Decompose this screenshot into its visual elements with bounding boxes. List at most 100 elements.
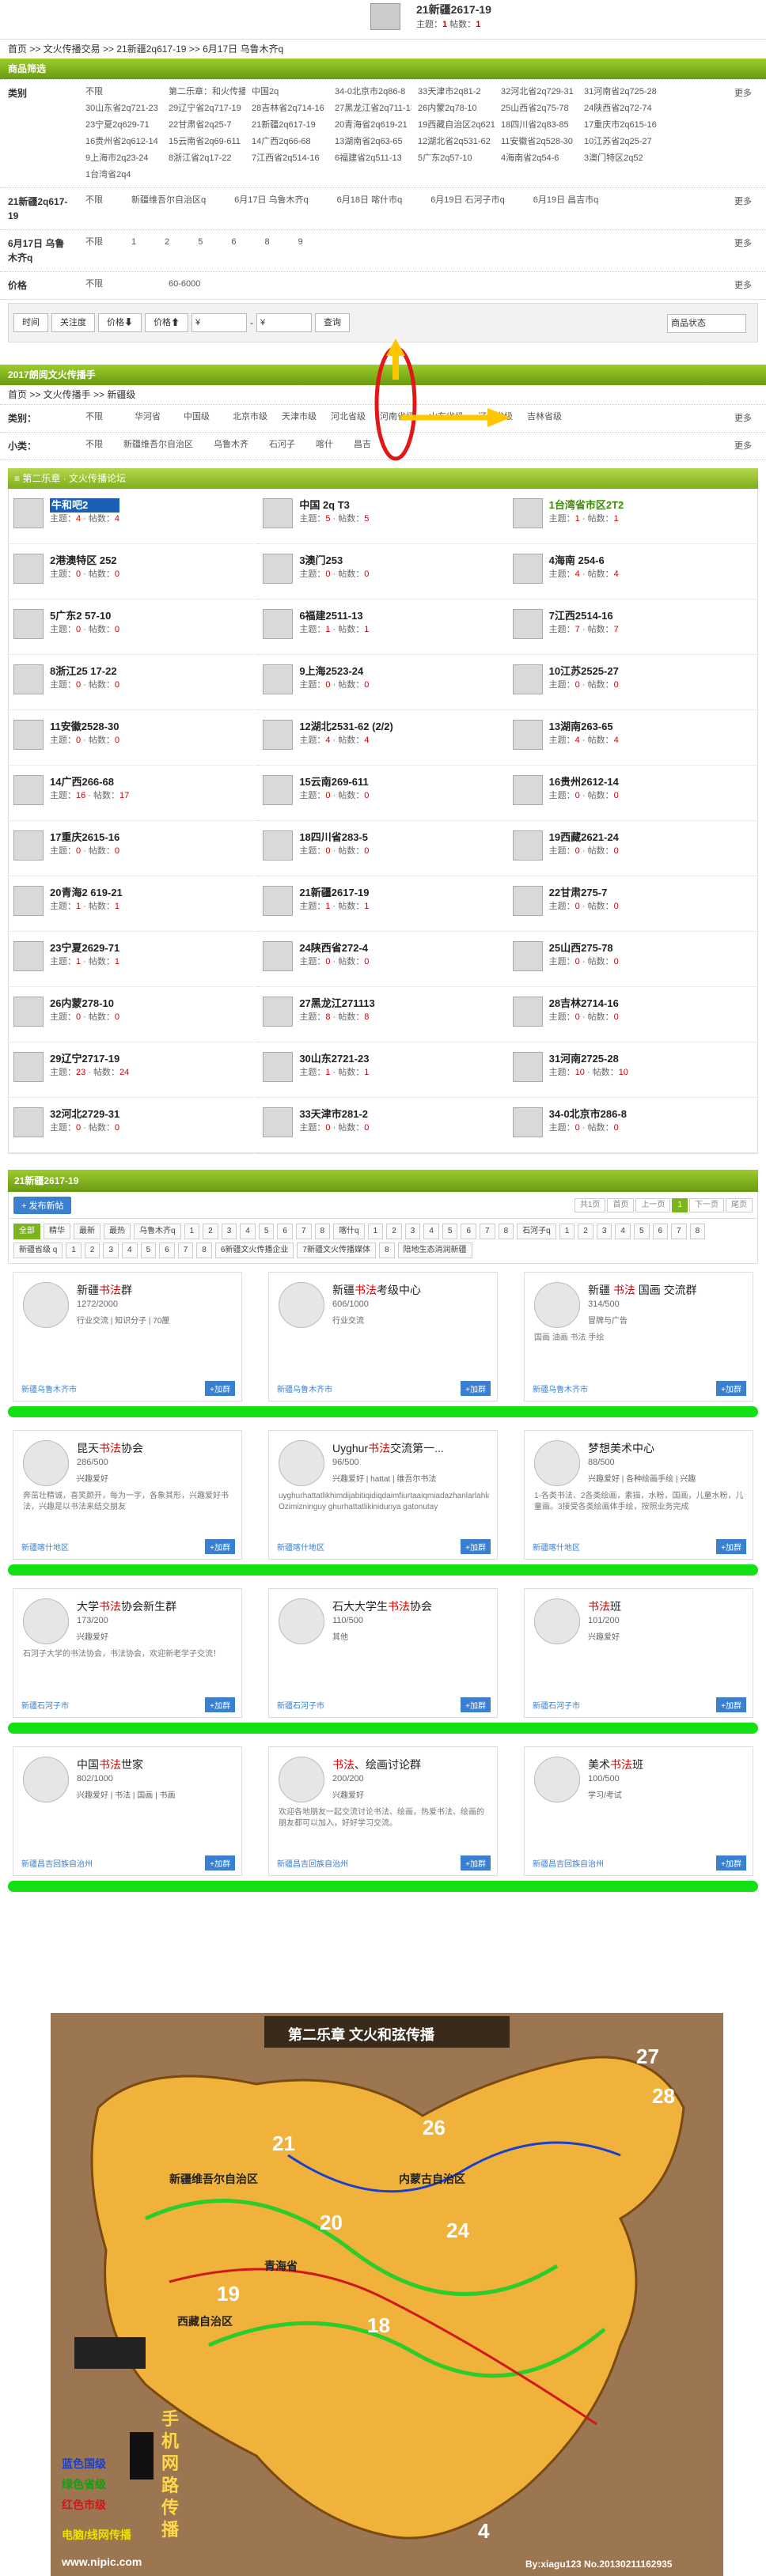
forum-cell[interactable]: 2港澳特区 252 主题：0 · 帖数：0 [9, 544, 259, 600]
group-name[interactable]: 大学书法协会新生群 [77, 1598, 176, 1614]
filter-option[interactable]: 34-0北京市2q86-8 [328, 85, 411, 99]
filter-option[interactable]: 不限 [79, 85, 162, 99]
listing-tab[interactable]: 7 [480, 1224, 495, 1239]
filter-option[interactable]: 12湖北省2q531-62 [411, 135, 495, 149]
forum-cell[interactable]: 19西藏2621-24 主题：0 · 帖数：0 [507, 821, 757, 876]
category-option[interactable]: 不限 [79, 410, 128, 424]
filter-option[interactable]: 16贵州省2q612-14 [79, 135, 162, 149]
forum-name[interactable]: 25山西275-78 [549, 941, 619, 955]
filter-option[interactable]: 6 [225, 236, 242, 249]
filter-option[interactable]: 不限 [79, 278, 162, 291]
filter-option[interactable]: 8 [259, 236, 276, 249]
listing-tab[interactable]: 3 [596, 1224, 612, 1239]
group-name[interactable]: 书法、绘画讨论群 [332, 1757, 421, 1772]
listing-tab[interactable]: 7 [295, 1224, 312, 1239]
listing-tab[interactable]: 2 [386, 1224, 402, 1239]
listing-tab[interactable]: 7 [671, 1224, 687, 1239]
listing-tab[interactable]: 全部 [13, 1224, 40, 1239]
filter-option[interactable]: 6福建省2q511-13 [328, 152, 411, 165]
group-card[interactable]: 大学书法协会新生群 173/200 兴趣爱好 石河子大学的书法协会，书法协会，欢迎新老… [13, 1588, 242, 1718]
forum-cell[interactable]: 26内蒙278-10 主题：0 · 帖数：0 [9, 987, 259, 1042]
join-group-button[interactable]: +加群 [205, 1855, 235, 1871]
listing-tab[interactable]: 喀什q [333, 1224, 365, 1239]
listing-tab[interactable]: 5 [633, 1224, 650, 1239]
listing-tab[interactable]: 1 [66, 1243, 82, 1258]
filter-option[interactable]: 10江苏省2q25-27 [578, 135, 661, 149]
listing-tab[interactable]: 石河子q [517, 1224, 556, 1239]
group-name[interactable]: 昆天书法协会 [77, 1440, 143, 1456]
filter-option[interactable]: 33天津市2q81-2 [411, 85, 495, 99]
listing-tab[interactable]: 8 [314, 1224, 331, 1239]
listing-tab[interactable]: 6 [159, 1243, 175, 1258]
filter-option[interactable]: 30山东省2q721-23 [79, 102, 162, 115]
join-group-button[interactable]: +加群 [205, 1539, 235, 1554]
filter-option[interactable]: 13湖南省2q63-65 [328, 135, 411, 149]
group-card[interactable]: 书法班 101/200 兴趣爱好 新疆石河子市 +加群 [524, 1588, 753, 1718]
forum-name[interactable]: 33天津市281-2 [299, 1107, 369, 1122]
filter-option[interactable]: 新疆维吾尔自治区q [125, 194, 212, 207]
forum-name[interactable]: 13湖南263-65 [549, 720, 619, 734]
forum-name[interactable]: 14广西266-68 [50, 775, 129, 789]
filter-option[interactable]: 7江西省2q514-16 [245, 152, 328, 165]
group-name[interactable]: 美术书法班 [588, 1757, 643, 1772]
filter-option[interactable]: 4海南省2q54-6 [495, 152, 578, 165]
group-name[interactable]: 新疆书法群 [77, 1282, 132, 1298]
forum-cell[interactable]: 10江苏2525-27 主题：0 · 帖数：0 [507, 655, 757, 710]
filter-option[interactable]: 14广西2q66-68 [245, 135, 328, 149]
listing-tab[interactable]: 3 [404, 1224, 421, 1239]
search-button[interactable]: 查询 [315, 313, 350, 332]
group-card[interactable]: 书法、绘画讨论群 200/200 兴趣爱好 欢迎各地朋友一起交流讨论书法、绘画，热爱书… [268, 1746, 498, 1876]
group-card[interactable]: Uyghur书法交流第一... 96/500 兴趣爱好 | hattat | 维吾尔… [268, 1430, 498, 1560]
filter-option[interactable]: 18四川省2q83-85 [495, 119, 578, 132]
listing-tab[interactable]: 7新疆文火传播媒体 [297, 1243, 376, 1258]
listing-tab[interactable]: 8 [196, 1243, 212, 1258]
category-option[interactable]: 华河省 [128, 410, 177, 424]
filter-option[interactable]: 22甘肃省2q25-7 [162, 119, 245, 132]
forum-cell[interactable]: 6福建2511-13 主题：1 · 帖数：1 [258, 600, 508, 655]
listing-tab[interactable]: 8 [378, 1243, 395, 1258]
subcategory-option[interactable]: 喀什 [309, 438, 339, 452]
group-card[interactable]: 新疆 书法 国画 交流群 314/500 冒牌与广告 国画 油画 书法 手绘 新疆乌鲁木… [524, 1272, 753, 1401]
forum-name[interactable]: 21新疆2617-19 [299, 886, 369, 900]
forum-name[interactable]: 6福建2511-13 [299, 609, 369, 623]
sort-time-button[interactable]: 时间 [13, 313, 48, 332]
forum-cell[interactable]: 23宁夏2629-71 主题：1 · 帖数：1 [9, 932, 259, 987]
forum-name[interactable]: 29辽宁2717-19 [50, 1052, 129, 1066]
group-card[interactable]: 中国书法世家 802/1000 兴趣爱好 | 书法 | 国画 | 书画 新疆昌吉回族自… [13, 1746, 242, 1876]
group-name[interactable]: 新疆 书法 国画 交流群 [588, 1282, 697, 1298]
forum-cell[interactable]: 4海南 254-6 主题：4 · 帖数：4 [507, 544, 757, 600]
join-group-button[interactable]: +加群 [716, 1855, 746, 1871]
filter-option[interactable]: 第二乐章：和火传播 [162, 85, 245, 99]
listing-tab[interactable]: 4 [423, 1224, 439, 1239]
pager-item[interactable]: 首页 [607, 1197, 635, 1212]
forum-cell[interactable]: 14广西266-68 主题：16 · 帖数：17 [9, 766, 259, 821]
filter-option[interactable]: 3澳门特区2q52 [578, 152, 661, 165]
join-group-button[interactable]: +加群 [461, 1697, 491, 1712]
subcategory-option[interactable]: 石河子 [263, 438, 301, 452]
filter-option[interactable]: 26内蒙2q78-10 [411, 102, 495, 115]
forum-cell[interactable]: 30山东2721-23 主题：1 · 帖数：1 [258, 1042, 508, 1098]
forum-cell[interactable]: 24陕西省272-4 主题：0 · 帖数：0 [258, 932, 508, 987]
filter-option[interactable]: 中国2q [245, 85, 328, 99]
more-link[interactable]: 更多 [734, 80, 766, 187]
filter-option[interactable]: 9上海市2q23-24 [79, 152, 162, 165]
new-post-button[interactable]: + 发布新帖 [13, 1196, 72, 1214]
subcategory-option[interactable]: 不限 [79, 438, 109, 452]
sort-price-asc-button[interactable]: 价格⬆ [145, 313, 188, 332]
forum-name[interactable]: 12湖北2531-62 (2/2) [299, 720, 393, 734]
forum-name[interactable]: 27黑龙江271113 [299, 997, 374, 1011]
filter-option[interactable]: 28吉林省2q714-16 [245, 102, 328, 115]
listing-tab[interactable]: 4 [240, 1224, 256, 1239]
more-link[interactable]: 更多 [734, 230, 766, 271]
price-from-input[interactable]: ¥ [192, 313, 247, 332]
forum-name[interactable]: 32河北2729-31 [50, 1107, 119, 1122]
join-group-button[interactable]: +加群 [716, 1381, 746, 1396]
forum-name[interactable]: 34-0北京市286-8 [549, 1107, 627, 1122]
listing-tab[interactable]: 8 [689, 1224, 706, 1239]
sort-price-desc-button[interactable]: 价格⬇ [98, 313, 142, 332]
filter-option[interactable]: 5广东2q57-10 [411, 152, 495, 165]
more-link[interactable]: 更多 [734, 272, 766, 299]
listing-tab[interactable]: 2 [203, 1224, 218, 1239]
forum-name[interactable]: 11安徽2528-30 [50, 720, 119, 734]
subcategory-option[interactable]: 乌鲁木齐 [207, 438, 255, 452]
